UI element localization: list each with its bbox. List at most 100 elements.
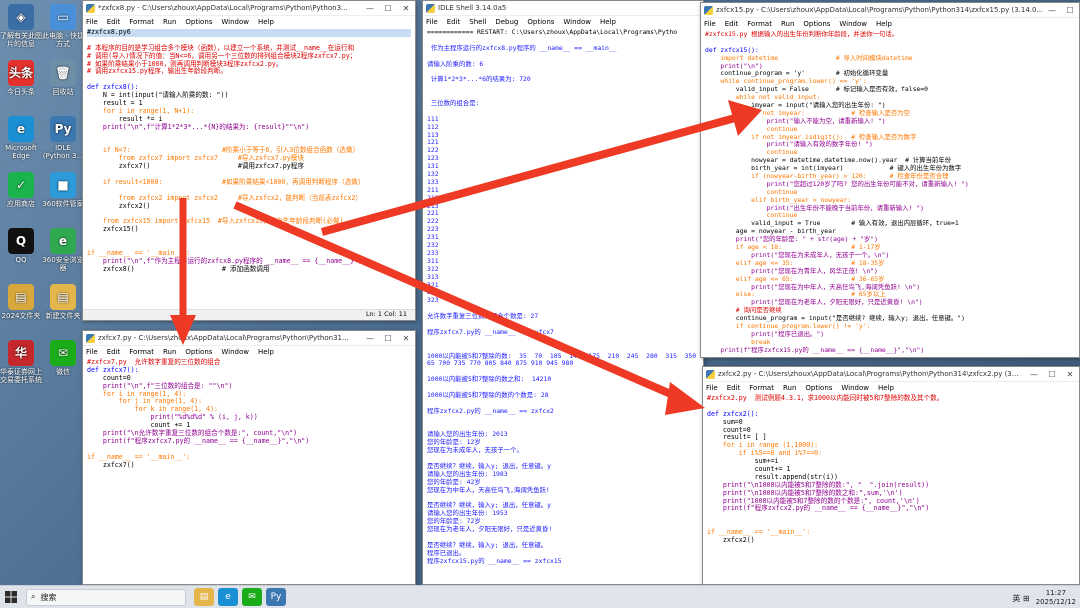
- menu-item[interactable]: Window: [563, 18, 591, 26]
- title-bar[interactable]: zxfcx7.py - C:\Users\zhoux\AppData\Local…: [83, 331, 415, 346]
- taskbar-wechat-icon[interactable]: ✉: [242, 588, 262, 606]
- desktop-icon[interactable]: ▤ 新建文件夹: [42, 284, 84, 320]
- maximize-icon[interactable]: ☐: [379, 4, 397, 13]
- desktop-icon[interactable]: 头条 今日头条: [0, 60, 42, 96]
- code-area[interactable]: #zxfcx8.py6 # 本程序的目的是学习组合多个模块（函数），以建立一个系统…: [83, 28, 415, 275]
- menu-item[interactable]: Help: [878, 384, 894, 392]
- menu-item[interactable]: Window: [839, 20, 867, 28]
- menu-item[interactable]: Debug: [495, 18, 518, 26]
- code-line: 您现在为中年人，天高任鸟飞,海阔凭鱼跃!: [427, 485, 550, 494]
- close-icon[interactable]: ✕: [397, 4, 415, 13]
- desktop-icon-label: 2024文件夹: [1, 312, 41, 320]
- app-icon: ✉: [50, 340, 76, 366]
- taskbar-apps: ▤ e ✉ Py: [194, 588, 290, 606]
- desktop-icon[interactable]: ■ 360软件管家: [42, 172, 84, 208]
- menu-item[interactable]: Window: [841, 384, 869, 392]
- menu-item[interactable]: Edit: [107, 18, 121, 26]
- clock[interactable]: 11:27 2025/12/12: [1036, 589, 1076, 607]
- taskbar-edge-icon[interactable]: e: [218, 588, 238, 606]
- menu-item[interactable]: Run: [781, 20, 794, 28]
- desktop-icon[interactable]: ✉ 微信: [42, 340, 84, 376]
- menu-item[interactable]: Help: [258, 18, 274, 26]
- desktop-icon-label: 360软件管家: [42, 200, 84, 208]
- menu-item[interactable]: Edit: [727, 384, 741, 392]
- menu-item[interactable]: Options: [185, 18, 212, 26]
- code-line: zxfcx2(): [87, 201, 151, 210]
- menu-item[interactable]: Help: [876, 20, 892, 28]
- app-icon: e: [8, 116, 34, 142]
- menu-item[interactable]: Window: [221, 18, 249, 26]
- menu-item[interactable]: Help: [258, 348, 274, 356]
- search-icon: ⌕: [31, 592, 36, 601]
- menu-item[interactable]: Edit: [725, 20, 739, 28]
- menu-item[interactable]: File: [86, 18, 98, 26]
- menu-item[interactable]: Edit: [107, 348, 121, 356]
- menu-item[interactable]: Edit: [447, 18, 461, 26]
- window-title: zxfcx2.py - C:\Users\zhoux\AppData\Local…: [718, 370, 1019, 378]
- code-line: if __name__ == '__main__':: [707, 528, 811, 537]
- code-line: 321: [427, 280, 439, 289]
- menu-item[interactable]: Format: [129, 348, 154, 356]
- menu-item[interactable]: File: [706, 384, 718, 392]
- menu-item[interactable]: Run: [163, 18, 176, 26]
- desktop-icon[interactable]: ✓ 应用商店: [0, 172, 42, 208]
- code-line: # 调用zxfcx15.py程序，输出生年龄段判断。: [87, 67, 227, 76]
- menu-item[interactable]: Format: [129, 18, 154, 26]
- taskbar-search[interactable]: ⌕ 搜索: [26, 588, 186, 606]
- shell-output[interactable]: ============ RESTART: C:\Users\zhoux\App…: [423, 28, 703, 567]
- close-icon[interactable]: ✕: [397, 334, 415, 343]
- menu-item[interactable]: Shell: [469, 18, 486, 26]
- menu-item[interactable]: Options: [185, 348, 212, 356]
- title-bar[interactable]: IDLE Shell 3.14.0a5: [423, 1, 703, 16]
- desktop-icon[interactable]: ▤ 2024文件夹: [0, 284, 42, 320]
- tray-indicators[interactable]: 英 ⊞: [1012, 593, 1029, 604]
- desktop-icon[interactable]: 华华泰证券网上交易委托系统: [0, 340, 42, 384]
- editor-window-zxfcx2[interactable]: zxfcx2.py - C:\Users\zhoux\AppData\Local…: [702, 366, 1080, 585]
- maximize-icon[interactable]: ☐: [1043, 370, 1061, 379]
- close-icon[interactable]: ✕: [1061, 370, 1079, 379]
- desktop-icon[interactable]: ▭ 此电脑 - 快捷方式: [42, 4, 84, 48]
- desktop-icon[interactable]: ◈ 了解有关此图片的信息: [0, 4, 42, 48]
- idle-shell-window[interactable]: IDLE Shell 3.14.0a5 File Edit Shell Debug Op…: [422, 0, 704, 585]
- title-bar[interactable]: zxfcx2.py - C:\Users\zhoux\AppData\Local…: [703, 367, 1079, 382]
- menu-item[interactable]: File: [426, 18, 438, 26]
- menu-item[interactable]: Window: [221, 348, 249, 356]
- menu-item[interactable]: Format: [749, 384, 774, 392]
- minimize-icon[interactable]: —: [361, 4, 379, 13]
- code-area[interactable]: #zxfcx15.py 根据输入的出生年份判断你年龄段，并送你一句话。 def z…: [701, 30, 1079, 357]
- python-icon: [86, 333, 95, 343]
- editor-window-zxfcx15[interactable]: zxfcx15.py - C:\Users\zhoux\AppData\Loca…: [700, 2, 1080, 358]
- desktop-icon[interactable]: e Microsoft Edge: [0, 116, 42, 160]
- code-area[interactable]: #zxfcx7.py 允许数字重复的三位数的组合 def zxfcx7(): co…: [83, 358, 415, 470]
- minimize-icon[interactable]: —: [1025, 370, 1043, 379]
- windows-start-icon[interactable]: [0, 586, 22, 608]
- menu-item[interactable]: Options: [803, 20, 830, 28]
- desktop-icon[interactable]: 🗑 回收站: [42, 60, 84, 96]
- minimize-icon[interactable]: —: [361, 334, 379, 343]
- taskbar-file-explorer-icon[interactable]: ▤: [194, 588, 214, 606]
- title-bar[interactable]: zxfcx15.py - C:\Users\zhoux\AppData\Loca…: [701, 3, 1079, 18]
- maximize-icon[interactable]: ☐: [1061, 6, 1079, 15]
- code-line: print(f"程序zxfcx15.py的 __name__ == {__nam…: [705, 345, 925, 354]
- menu-item[interactable]: Options: [527, 18, 554, 26]
- menu-item[interactable]: File: [704, 20, 716, 28]
- menu-item[interactable]: Run: [783, 384, 796, 392]
- editor-window-zxfcx7[interactable]: zxfcx7.py - C:\Users\zhoux\AppData\Local…: [82, 330, 416, 585]
- minimize-icon[interactable]: —: [1043, 6, 1061, 15]
- code-area[interactable]: #zxfcx2.py 测试例题4.3.1，求1000以内能同时被5和7整除的数及…: [703, 394, 1079, 546]
- menu-item[interactable]: Help: [600, 18, 616, 26]
- desktop-icon[interactable]: Q QQ: [0, 228, 42, 264]
- menu-bar: File Edit Format Run Options Window Help: [83, 346, 415, 358]
- menu-item[interactable]: File: [86, 348, 98, 356]
- title-bar[interactable]: *zxfcx8.py - C:\Users\zhoux\AppData\Loca…: [83, 1, 415, 16]
- menu-item[interactable]: Options: [805, 384, 832, 392]
- desktop-icon[interactable]: e 360安全浏览器: [42, 228, 84, 272]
- menu-item[interactable]: Format: [747, 20, 772, 28]
- editor-window-zxfcx8[interactable]: *zxfcx8.py - C:\Users\zhoux\AppData\Loca…: [82, 0, 416, 321]
- taskbar-idle-python-icon[interactable]: Py: [266, 588, 286, 606]
- code-line: zxfcx7(): [87, 460, 135, 469]
- desktop-icon[interactable]: Py IDLE (Python 3...: [42, 116, 84, 160]
- menu-item[interactable]: Run: [163, 348, 176, 356]
- maximize-icon[interactable]: ☐: [379, 334, 397, 343]
- code-line: 122: [427, 146, 439, 155]
